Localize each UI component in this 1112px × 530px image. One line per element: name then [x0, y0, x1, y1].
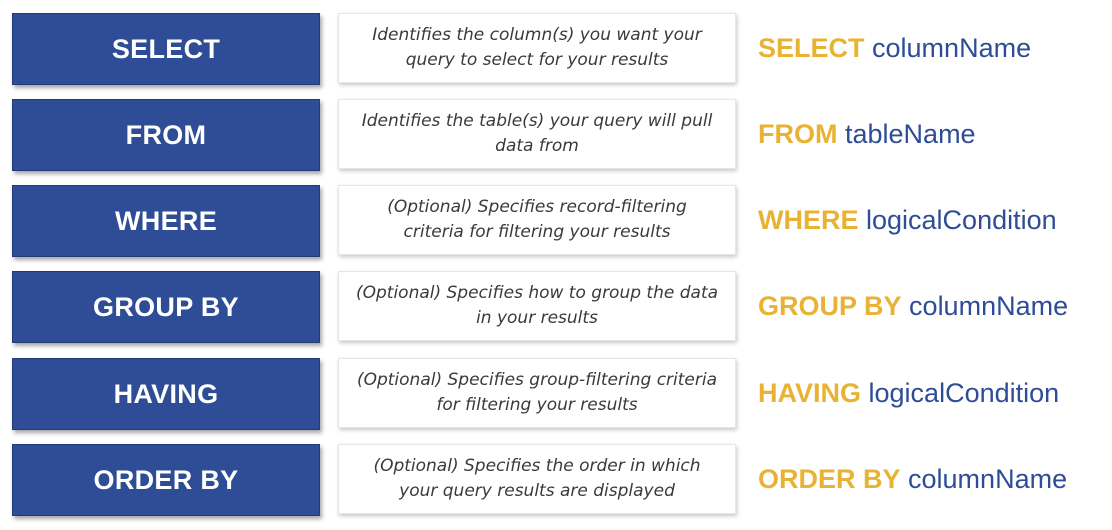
clause-keyword-box: FROM [12, 99, 320, 171]
clause-row-from: FROM Identifies the table(s) your query … [0, 99, 1112, 171]
syntax-argument: columnName [872, 32, 1032, 63]
syntax-argument: columnName [909, 290, 1069, 321]
clause-keyword: ORDER BY [93, 464, 239, 495]
syntax-keyword: GROUP BY [758, 290, 902, 321]
clause-description-box: (Optional) Specifies how to group the da… [338, 271, 736, 341]
clause-keyword-box: SELECT [12, 13, 320, 85]
clause-syntax: GROUP BY columnName [758, 271, 1068, 341]
clause-keyword: GROUP BY [93, 291, 239, 322]
clause-description: (Optional) Specifies group-filtering cri… [356, 370, 718, 415]
clause-keyword-box: ORDER BY [12, 444, 320, 516]
clause-description: (Optional) Specifies the order in which … [373, 456, 701, 501]
clause-keyword: SELECT [111, 33, 221, 64]
clause-description: (Optional) Specifies how to group the da… [355, 283, 719, 328]
clause-syntax: FROM tableName [758, 99, 976, 169]
clause-keyword: WHERE [115, 205, 217, 236]
clause-keyword: FROM [125, 119, 207, 150]
clause-description-box: (Optional) Specifies record-filtering cr… [338, 185, 736, 255]
clause-keyword: HAVING [113, 378, 219, 409]
syntax-keyword: ORDER BY [758, 463, 901, 494]
clause-row-where: WHERE (Optional) Specifies record-filter… [0, 185, 1112, 257]
syntax-argument: logicalCondition [868, 377, 1060, 408]
syntax-argument: columnName [908, 463, 1068, 494]
syntax-keyword: FROM [758, 118, 838, 149]
syntax-keyword: WHERE [758, 204, 859, 235]
clause-syntax: HAVING logicalCondition [758, 358, 1059, 428]
clause-description: (Optional) Specifies record-filtering cr… [387, 197, 687, 242]
clause-description-box: (Optional) Specifies the order in which … [338, 444, 736, 514]
syntax-keyword: HAVING [758, 377, 862, 408]
clause-description: Identifies the column(s) you want your q… [372, 25, 702, 70]
clause-row-group-by: GROUP BY (Optional) Specifies how to gro… [0, 271, 1112, 343]
clause-syntax: WHERE logicalCondition [758, 185, 1057, 255]
clause-description-box: (Optional) Specifies group-filtering cri… [338, 358, 736, 428]
clause-keyword-box: HAVING [12, 358, 320, 430]
clause-syntax: SELECT columnName [758, 13, 1031, 83]
syntax-argument: tableName [845, 118, 976, 149]
clause-syntax: ORDER BY columnName [758, 444, 1067, 514]
syntax-argument: logicalCondition [866, 204, 1057, 235]
clause-keyword-box: WHERE [12, 185, 320, 257]
clause-keyword-box: GROUP BY [12, 271, 320, 343]
clause-description-box: Identifies the table(s) your query will … [338, 99, 736, 169]
clause-row-select: SELECT Identifies the column(s) you want… [0, 13, 1112, 85]
clause-row-having: HAVING (Optional) Specifies group-filter… [0, 358, 1112, 430]
clause-description-box: Identifies the column(s) you want your q… [338, 13, 736, 83]
syntax-keyword: SELECT [758, 32, 865, 63]
clause-description: Identifies the table(s) your query will … [361, 111, 713, 156]
clause-row-order-by: ORDER BY (Optional) Specifies the order … [0, 444, 1112, 516]
